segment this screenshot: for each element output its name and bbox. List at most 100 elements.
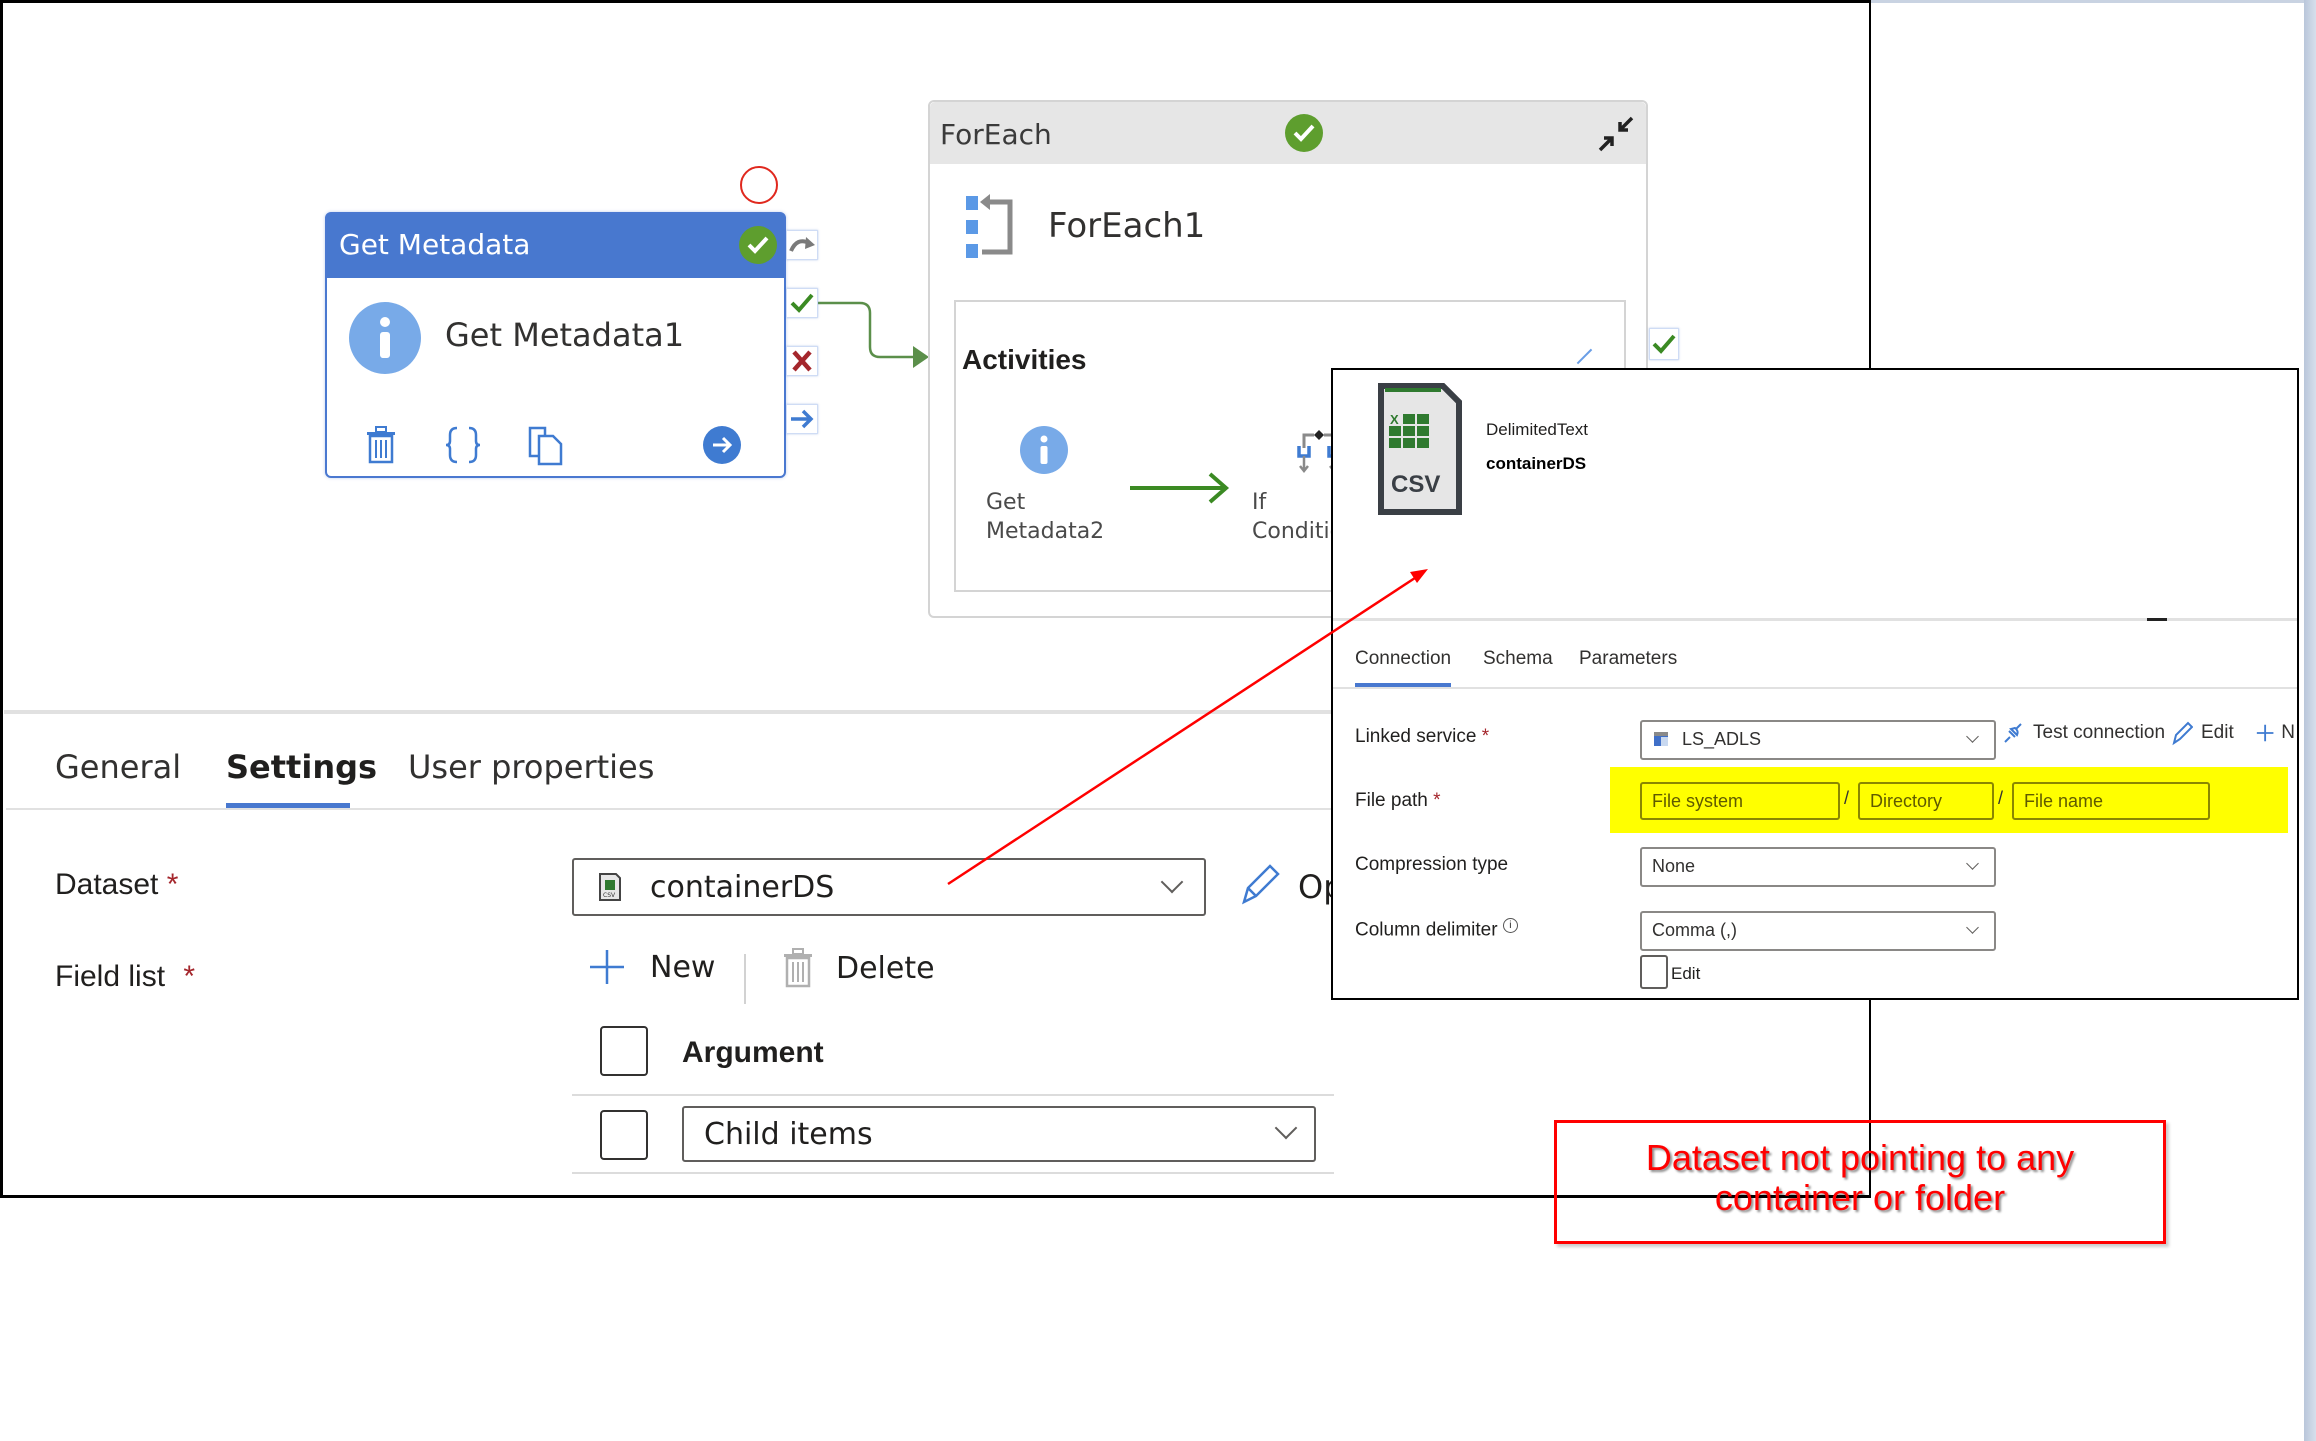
chevron-down-icon — [1966, 857, 1979, 870]
inner-activity-get-metadata2[interactable]: Get Metadata2 — [986, 488, 1104, 546]
annotation-note-line2: container or folder — [1714, 1177, 2006, 1218]
argument-dropdown[interactable]: Child items — [682, 1106, 1316, 1162]
path-separator: / — [1998, 788, 2004, 808]
directory-input[interactable]: Directory — [1858, 782, 1994, 820]
dataset-label-text: Dataset — [55, 868, 159, 901]
collapse-icon[interactable] — [1598, 116, 1634, 152]
table-row-divider — [572, 1172, 1334, 1174]
test-connection-button[interactable]: Test connection — [2001, 720, 2165, 746]
chevron-down-icon — [1966, 921, 1979, 934]
tab-connection[interactable]: Connection — [1355, 648, 1451, 670]
column-delimiter-dropdown[interactable]: Comma (,) — [1640, 911, 1996, 951]
success-status-icon — [1285, 114, 1323, 152]
inner-activity-label-line1: If — [1252, 490, 1267, 515]
argument-value: Child items — [704, 1117, 873, 1152]
edit-pencil-icon[interactable] — [1240, 862, 1280, 906]
annotation-note-line1: Dataset not pointing to any — [1645, 1137, 2075, 1178]
dataset-name: containerDS — [1486, 454, 1587, 473]
failure-connector-button[interactable] — [786, 346, 818, 376]
annotation-note: Dataset not pointing to any container or… — [1554, 1120, 2166, 1244]
info-icon[interactable]: i — [1502, 918, 1518, 933]
annotation-note-text: Dataset not pointing to any container or… — [1557, 1138, 2163, 1218]
required-mark: * — [1481, 726, 1490, 747]
linked-service-value: LS_ADLS — [1682, 729, 1762, 749]
delete-icon[interactable] — [365, 426, 397, 464]
delete-icon — [784, 948, 812, 988]
file-system-input[interactable]: File system — [1640, 782, 1840, 820]
copy-icon[interactable] — [527, 426, 565, 466]
code-icon[interactable] — [445, 426, 481, 464]
argument-column-header: Argument — [682, 1036, 824, 1069]
table-row-divider — [572, 1094, 1334, 1096]
info-icon — [1020, 426, 1068, 474]
dataset-label: Dataset * — [55, 868, 178, 902]
tab-settings[interactable]: Settings — [226, 748, 377, 786]
success-connector-line — [815, 301, 929, 368]
new-label: N — [2281, 722, 2295, 743]
file-path-highlight: File system / Directory / File name — [1610, 767, 2288, 833]
file-name-input[interactable]: File name — [2012, 782, 2210, 820]
new-label: New — [650, 949, 716, 985]
select-all-checkbox[interactable] — [600, 1026, 648, 1076]
activities-label: Activities — [962, 344, 1087, 375]
dataset-properties-panel: X CSV DelimitedText containerDS Connecti… — [1331, 368, 2299, 1000]
activity-type-label: Get Metadata — [339, 228, 531, 261]
go-to-activity-icon[interactable] — [703, 426, 741, 464]
column-delimiter-label: Column delimiter i — [1355, 918, 1518, 941]
foreach-success-connector-button[interactable] — [1649, 328, 1679, 360]
inner-activity-label-line2: Metadata2 — [986, 519, 1105, 544]
compression-type-dropdown[interactable]: None — [1640, 847, 1996, 887]
success-status-icon — [739, 226, 777, 264]
row-checkbox[interactable] — [600, 1110, 648, 1160]
edit-linked-service-button[interactable]: Edit — [2171, 720, 2234, 746]
edit-delimiter-label: Edit — [1671, 964, 1701, 983]
foreach-icon — [966, 194, 1013, 258]
svg-text:X: X — [1390, 412, 1399, 427]
new-linked-service-button[interactable]: N — [2255, 720, 2295, 746]
field-list-label: Field list * — [55, 960, 195, 994]
tab-general[interactable]: General — [55, 748, 181, 786]
file-system-placeholder: File system — [1652, 791, 1744, 811]
linked-service-dropdown[interactable]: LS_ADLS — [1640, 720, 1996, 760]
tab-schema[interactable]: Schema — [1483, 648, 1553, 670]
dataset-dropdown[interactable]: CSV containerDS — [572, 858, 1206, 916]
chevron-down-icon — [1160, 870, 1184, 894]
inner-activity-label-line2: Conditio — [1252, 519, 1344, 544]
success-connector-button[interactable] — [786, 288, 818, 318]
completion-connector-button[interactable] — [786, 404, 818, 434]
dataset-type: DelimitedText — [1486, 420, 1589, 439]
svg-text:CSV: CSV — [603, 892, 616, 899]
linked-service-label: Linked service * — [1355, 726, 1489, 748]
tab-user-properties[interactable]: User properties — [408, 748, 654, 786]
adls-icon — [1654, 732, 1668, 746]
info-icon — [349, 302, 421, 374]
activity-type-label: ForEach — [940, 118, 1052, 151]
tab-parameters[interactable]: Parameters — [1579, 648, 1677, 670]
red-highlight-circle — [740, 166, 778, 204]
dataset-value: containerDS — [650, 870, 835, 905]
window-top-edge — [1870, 0, 2304, 3]
new-field-button[interactable]: New — [588, 948, 715, 986]
required-mark: * — [1433, 790, 1441, 811]
chevron-down-icon — [1966, 730, 1979, 743]
foreach-header: ForEach — [930, 102, 1646, 164]
inner-activity-if-condition[interactable]: If Conditio — [1252, 488, 1343, 546]
skipped-connector-button[interactable] — [786, 230, 818, 260]
path-separator: / — [1844, 788, 1850, 808]
delete-label: Delete — [836, 950, 935, 986]
tabs-divider — [1333, 687, 2297, 689]
activity-name: ForEach1 — [1048, 206, 1206, 246]
get-metadata-activity-card[interactable]: Get Metadata Get Metadata1 — [325, 212, 786, 478]
delete-field-button[interactable]: Delete — [782, 948, 935, 988]
activity-name: Get Metadata1 — [445, 316, 685, 354]
activity-header: Get Metadata — [327, 214, 784, 278]
edit-delimiter-checkbox[interactable] — [1640, 955, 1668, 989]
file-name-placeholder: File name — [2024, 791, 2104, 811]
inner-success-arrow — [1130, 472, 1230, 504]
splitter-handle[interactable] — [2147, 618, 2167, 621]
connector-arrowhead — [913, 346, 929, 368]
column-delimiter-value: Comma (,) — [1652, 920, 1737, 940]
edit-label: Edit — [2201, 722, 2234, 743]
plus-icon — [2256, 724, 2274, 742]
window-scrollbar[interactable] — [2304, 0, 2316, 1441]
